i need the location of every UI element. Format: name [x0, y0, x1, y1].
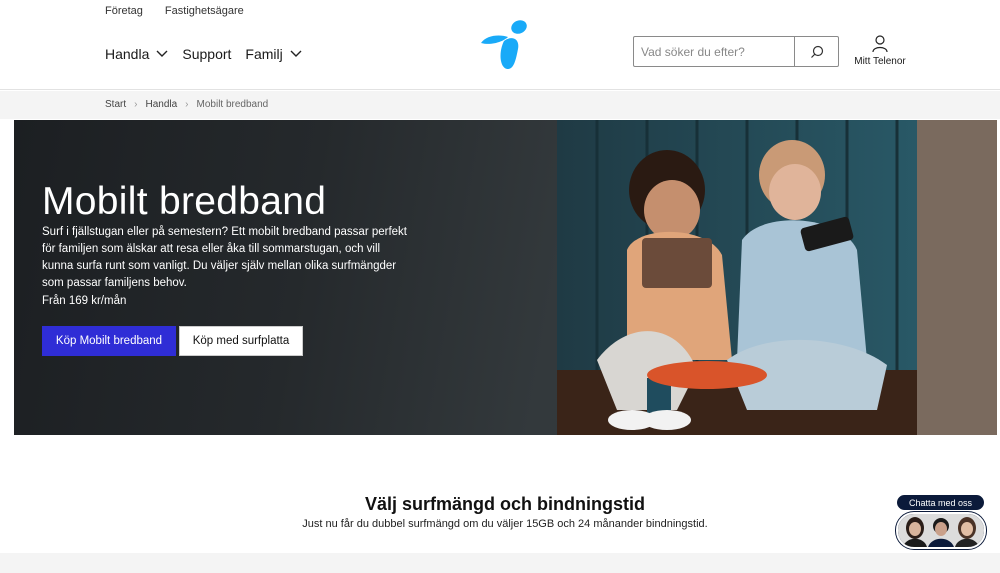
hero-title: Mobilt bredband: [42, 180, 327, 223]
site-header: Företag Fastighetsägare Handla Support F…: [0, 0, 1000, 90]
account-link[interactable]: Mitt Telenor: [852, 35, 908, 67]
section-subtitle: Just nu får du dubbel surfmängd om du vä…: [302, 518, 708, 530]
buy-mobile-broadband-button[interactable]: Köp Mobilt bredband: [42, 326, 176, 356]
nav-item-family-label: Familj: [245, 46, 283, 62]
nav-item-support-label: Support: [182, 46, 232, 62]
chevron-down-icon: [156, 50, 168, 57]
user-icon: [872, 35, 888, 53]
search-icon: [810, 45, 823, 58]
buy-with-tablet-button[interactable]: Köp med surfplatta: [179, 326, 303, 356]
nav-item-family[interactable]: Familj: [245, 46, 302, 62]
utility-link-property-owners[interactable]: Fastighetsägare: [165, 5, 244, 17]
breadcrumb-separator: ›: [134, 99, 138, 110]
hero-photo: [557, 120, 997, 435]
hero-banner: Mobilt bredband Surf i fjällstugan eller…: [14, 120, 997, 435]
telenor-logo[interactable]: [478, 19, 534, 71]
breadcrumb-start[interactable]: Start: [105, 99, 126, 110]
nav-item-shop[interactable]: Handla: [105, 46, 168, 62]
search-box: [633, 36, 839, 67]
chat-agents-icon: [898, 514, 984, 547]
utility-link-business[interactable]: Företag: [105, 5, 143, 17]
utility-links: Företag Fastighetsägare: [105, 5, 244, 17]
nav-item-support[interactable]: Support: [182, 46, 231, 62]
search-input[interactable]: [634, 37, 794, 66]
breadcrumb-bar: Start › Handla › Mobilt bredband: [0, 91, 1000, 119]
section-title: Välj surfmängd och bindningstid: [364, 494, 645, 514]
main-nav: Handla Support Familj: [105, 46, 302, 62]
breadcrumb-separator: ›: [185, 99, 189, 110]
breadcrumb-shop[interactable]: Handla: [145, 99, 177, 110]
nav-item-shop-label: Handla: [105, 46, 150, 62]
chat-agents-avatars[interactable]: [896, 512, 986, 549]
bottom-strip: [0, 553, 1000, 573]
chevron-down-icon: [290, 50, 302, 57]
breadcrumb: Start › Handla › Mobilt bredband: [105, 99, 268, 110]
search-button[interactable]: [794, 37, 838, 66]
breadcrumb-current: Mobilt bredband: [196, 99, 269, 110]
account-label: Mitt Telenor: [854, 56, 906, 67]
hero-description: Surf i fjällstugan eller på semestern? E…: [42, 226, 407, 289]
chat-button[interactable]: Chatta med oss: [897, 495, 984, 510]
hero-price: Från 169 kr/mån: [42, 295, 127, 307]
